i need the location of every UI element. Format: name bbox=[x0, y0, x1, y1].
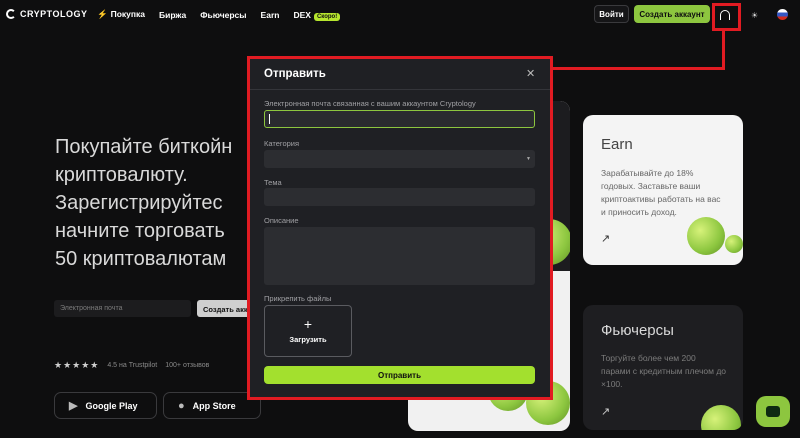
futures-card[interactable]: Фьючерсы Торгуйте более чем 200 парами с… bbox=[583, 305, 743, 430]
logo[interactable]: CRYPTOLOGY bbox=[6, 9, 88, 19]
subject-label: Тема bbox=[264, 178, 282, 187]
support-highlight-box bbox=[712, 3, 741, 31]
logo-text: CRYPTOLOGY bbox=[20, 9, 88, 19]
text-cursor bbox=[269, 114, 270, 124]
earn-card[interactable]: Earn Зарабатывайте до 18% годовых. Заста… bbox=[583, 115, 743, 265]
upload-label: Загрузить bbox=[289, 334, 327, 344]
nav-item-exchange[interactable]: Биржа bbox=[159, 10, 186, 20]
google-play-button[interactable]: ▶ Google Play bbox=[54, 392, 157, 419]
hero-email-input[interactable]: Электронная почта bbox=[54, 300, 191, 317]
nav-item-dex[interactable]: DEX Скоро! bbox=[293, 10, 341, 21]
earn-card-description: Зарабатывайте до 18% годовых. Заставьте … bbox=[601, 168, 721, 217]
highlight-connector bbox=[553, 67, 725, 70]
email-field[interactable] bbox=[264, 110, 535, 128]
highlight-connector bbox=[722, 31, 725, 70]
category-label: Категория bbox=[264, 139, 300, 148]
top-nav: CRYPTOLOGY ⚡ Покупка Биржа Фьючерсы Earn … bbox=[0, 0, 800, 30]
nav-item-buy[interactable]: ⚡ Покупка bbox=[97, 9, 145, 20]
reviews-count: 100+ отзывов bbox=[165, 362, 210, 369]
send-button[interactable]: Отправить bbox=[264, 366, 535, 384]
nav-item-futures[interactable]: Фьючерсы bbox=[200, 10, 246, 20]
rating-text: 4.5 на Trustpilot bbox=[107, 362, 158, 369]
arrow-up-right-icon: ↗ bbox=[601, 406, 611, 418]
modal-title: Отправить bbox=[264, 68, 326, 80]
arrow-up-right-icon: ↗ bbox=[601, 233, 611, 245]
chevron-down-icon: ▼ bbox=[526, 156, 531, 162]
coin-image bbox=[725, 235, 743, 253]
main-nav: ⚡ Покупка Биржа Фьючерсы Earn DEX Скоро! bbox=[97, 9, 341, 21]
apple-icon: ● bbox=[178, 399, 185, 412]
subject-field[interactable] bbox=[264, 188, 535, 206]
russia-flag-icon[interactable] bbox=[777, 9, 788, 20]
category-select[interactable]: ▼ bbox=[264, 150, 535, 168]
logo-icon bbox=[6, 9, 16, 19]
modal-header: Отправить ✕ bbox=[250, 59, 550, 90]
attach-files-label: Прикрепить файлы bbox=[264, 294, 332, 303]
coin-image bbox=[687, 217, 725, 255]
google-play-icon: ▶ bbox=[69, 400, 78, 412]
futures-card-description: Торгуйте более чем 200 парами с кредитны… bbox=[601, 353, 727, 389]
chat-button[interactable] bbox=[756, 396, 790, 427]
description-textarea[interactable] bbox=[264, 227, 535, 285]
hero-title: Покупайте биткойн криптовалюту. Зарегист… bbox=[55, 136, 233, 270]
futures-card-title: Фьючерсы bbox=[601, 322, 674, 339]
star-rating-icon: ★★★★★ bbox=[54, 360, 100, 370]
bolt-icon: ⚡ bbox=[97, 9, 108, 19]
description-label: Описание bbox=[264, 216, 299, 225]
earn-card-title: Earn bbox=[601, 136, 633, 153]
upload-button[interactable]: + Загрузить bbox=[264, 305, 352, 357]
nav-item-earn[interactable]: Earn bbox=[261, 10, 280, 20]
trustpilot-rating: ★★★★★ 4.5 на Trustpilot 100+ отзывов bbox=[54, 360, 209, 371]
sun-icon[interactable]: ☀ bbox=[751, 11, 758, 20]
close-icon[interactable]: ✕ bbox=[526, 67, 535, 80]
coming-soon-badge: Скоро! bbox=[313, 12, 341, 21]
plus-icon: + bbox=[303, 315, 313, 332]
coin-image bbox=[701, 405, 741, 430]
email-label: Электронная почта связанная с вашим акка… bbox=[264, 99, 476, 108]
login-button[interactable]: Войти bbox=[594, 5, 629, 23]
signup-button[interactable]: Создать аккаунт bbox=[634, 5, 710, 23]
support-request-modal: Отправить ✕ Электронная почта связанная … bbox=[250, 59, 550, 397]
chat-icon bbox=[766, 406, 780, 417]
